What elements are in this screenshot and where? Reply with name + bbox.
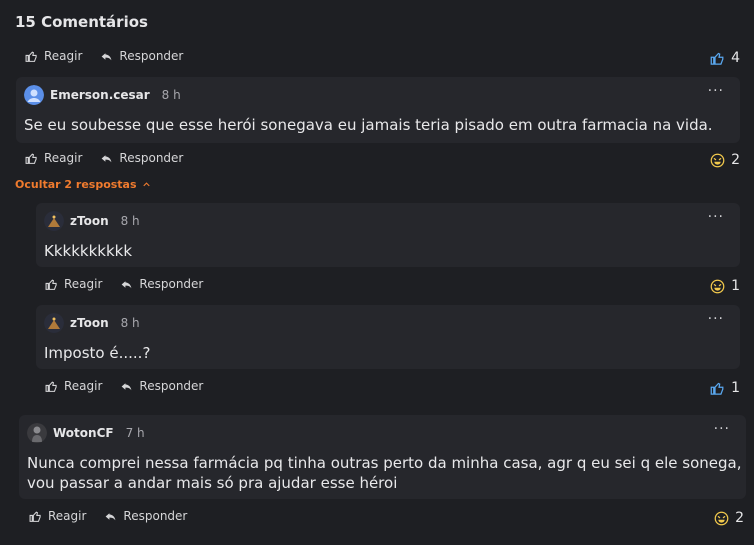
laughing-emoji-icon (710, 153, 725, 167)
laughing-emoji-icon (710, 279, 725, 293)
comment-card: Emerson.cesar 8 h ··· Se eu soubesse que… (16, 77, 740, 143)
comment-text-line: vou passar a andar mais só pra ajudar es… (27, 474, 398, 492)
post-actions: Reagir Responder (25, 49, 201, 63)
thumbs-up-outline-icon (45, 380, 57, 392)
comment-card: WotonCF 7 h ··· Nunca comprei nessa farm… (19, 415, 746, 499)
reply-button[interactable]: Responder (104, 509, 187, 523)
thumbs-up-outline-icon (45, 278, 57, 290)
reply-icon (102, 52, 112, 60)
more-options-icon[interactable]: ··· (714, 422, 730, 436)
reply-text: Imposto é.....? (44, 344, 151, 362)
reply-time: 8 h (120, 316, 140, 330)
reply-text: Kkkkkkkkkk (44, 242, 133, 260)
react-button[interactable]: Reagir (29, 509, 86, 523)
thumbs-up-outline-icon (25, 50, 37, 62)
react-button[interactable]: Reagir (25, 151, 82, 165)
reply-button[interactable]: Responder (100, 151, 183, 165)
comment-text: Nunca comprei nessa farmácia pq tinha ou… (27, 453, 742, 493)
thumbs-up-outline-icon (29, 510, 41, 522)
reply-card: zToon 8 h ··· Kkkkkkkkkk (36, 203, 740, 267)
reaction-count: 2 (735, 510, 744, 526)
react-button[interactable]: Reagir (45, 379, 102, 393)
reply-icon (122, 280, 132, 288)
laughing-emoji-icon (714, 511, 729, 525)
avatar[interactable] (44, 211, 64, 231)
avatar[interactable] (44, 313, 64, 333)
thumbs-up-icon (710, 52, 724, 65)
comments-title: 15 Comentários (15, 13, 148, 31)
comment-time: 7 h (125, 426, 145, 440)
comment-actions: Reagir Responder (29, 509, 205, 523)
reply-author[interactable]: zToon (70, 214, 109, 228)
more-options-icon[interactable]: ··· (708, 84, 724, 98)
reaction-count: 2 (731, 152, 740, 168)
react-button[interactable]: Reagir (25, 49, 82, 63)
more-options-icon[interactable]: ··· (708, 312, 724, 326)
react-label: Reagir (64, 379, 103, 393)
reaction-count: 1 (731, 380, 740, 396)
reply-reaction[interactable]: 1 (710, 278, 740, 294)
react-label: Reagir (48, 509, 87, 523)
more-options-icon[interactable]: ··· (708, 210, 724, 224)
reply-label: Responder (139, 277, 204, 291)
reply-reaction[interactable]: 1 (710, 380, 740, 396)
reply-icon (102, 154, 112, 162)
reply-author[interactable]: zToon (70, 316, 109, 330)
comment-author[interactable]: Emerson.cesar (50, 88, 150, 102)
reply-label: Responder (119, 151, 184, 165)
comment-text: Se eu soubesse que esse herói sonegava e… (24, 116, 713, 134)
reply-label: Responder (123, 509, 188, 523)
react-label: Reagir (44, 151, 83, 165)
reply-card: zToon 8 h ··· Imposto é.....? (36, 305, 740, 369)
reaction-count: 4 (731, 50, 740, 66)
avatar[interactable] (27, 423, 47, 443)
react-label: Reagir (44, 49, 83, 63)
reply-button[interactable]: Responder (120, 277, 203, 291)
reaction-summary[interactable]: 4 (710, 50, 740, 66)
reply-button[interactable]: Responder (120, 379, 203, 393)
comment-reaction[interactable]: 2 (710, 152, 740, 168)
reaction-count: 1 (731, 278, 740, 294)
comment-reaction[interactable]: 2 (714, 510, 744, 526)
reply-actions: Reagir Responder (45, 379, 221, 393)
reply-label: Responder (119, 49, 184, 63)
comment-actions: Reagir Responder (25, 151, 201, 165)
chevron-up-icon (142, 182, 150, 187)
avatar[interactable] (24, 85, 44, 105)
comment-time: 8 h (161, 88, 181, 102)
reply-button[interactable]: Responder (100, 49, 183, 63)
comment-author[interactable]: WotonCF (53, 426, 114, 440)
thumbs-up-outline-icon (25, 152, 37, 164)
react-label: Reagir (64, 277, 103, 291)
comment-text-line: Nunca comprei nessa farmácia pq tinha ou… (27, 454, 742, 472)
reply-actions: Reagir Responder (45, 277, 221, 291)
hide-replies-toggle[interactable]: Ocultar 2 respostas (15, 178, 152, 191)
reply-icon (106, 512, 116, 520)
reply-label: Responder (139, 379, 204, 393)
reply-icon (122, 382, 132, 390)
reply-time: 8 h (120, 214, 140, 228)
thumbs-up-icon (710, 382, 724, 395)
hide-replies-label: Ocultar 2 respostas (15, 178, 137, 191)
react-button[interactable]: Reagir (45, 277, 102, 291)
